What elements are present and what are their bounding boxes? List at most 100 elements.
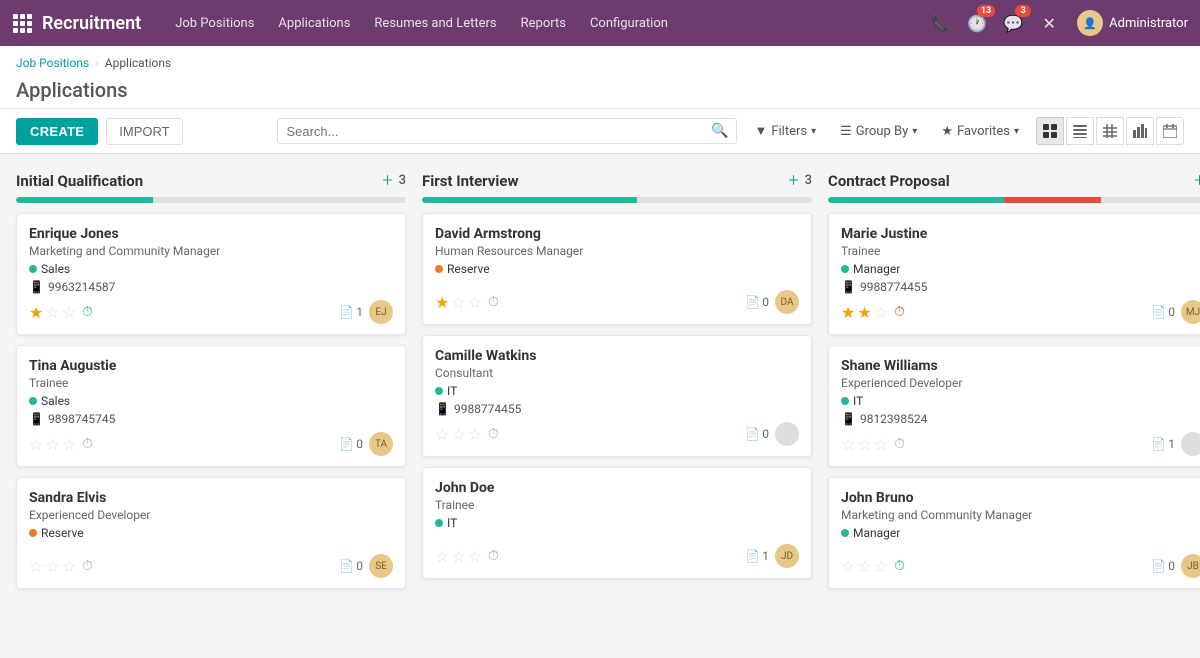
doc-number: 0 (1168, 305, 1175, 319)
card-stars: ☆☆☆ ⏱ (29, 435, 93, 454)
nav-resumes[interactable]: Resumes and Letters (364, 12, 506, 35)
filter-icon: ▼ (754, 123, 767, 139)
grid-menu-icon[interactable] (12, 13, 32, 33)
user-menu[interactable]: 👤 Administrator (1077, 10, 1188, 36)
card-name: David Armstrong (435, 226, 799, 242)
card-tag: Reserve (29, 526, 393, 540)
card-footer: ☆☆☆ ⏱ 📄 0 (435, 422, 799, 446)
nav-applications[interactable]: Applications (268, 12, 360, 35)
doc-count: 📄 1 (339, 305, 363, 319)
card-stars: ☆☆☆ ⏱ (841, 557, 905, 576)
breadcrumb-separator: › (95, 56, 99, 70)
nav-configuration[interactable]: Configuration (580, 12, 678, 35)
group-by-icon: ☰ (840, 124, 852, 139)
col-add-button[interactable]: + (788, 170, 798, 191)
nav-reports[interactable]: Reports (511, 12, 576, 35)
card-phone: 📱 9898745745 (29, 412, 393, 426)
grid-view-button[interactable] (1096, 117, 1124, 145)
card-tag: Sales (29, 262, 393, 276)
card-stars: ☆☆☆ ⏱ (841, 435, 905, 454)
kanban-col-initial-qualification: Initial Qualification + 3 Enrique Jones … (16, 170, 406, 636)
kanban-card[interactable]: Tina Augustie Trainee Sales 📱 9898745745… (16, 345, 406, 467)
kanban-card[interactable]: Camille Watkins Consultant IT 📱 99887744… (422, 335, 812, 457)
star-3: ☆ (62, 303, 76, 322)
col-progress (422, 197, 812, 203)
card-footer: ☆☆☆ ⏱ 📄 0 SE (29, 554, 393, 578)
search-input[interactable] (286, 124, 711, 139)
doc-icon: 📄 (745, 549, 760, 563)
star-1: ☆ (29, 557, 43, 576)
chat-badge: 3 (1015, 5, 1031, 17)
card-role: Consultant (435, 366, 799, 380)
card-stars: ☆☆☆ ⏱ (435, 547, 499, 566)
card-right: 📄 0 SE (339, 554, 393, 578)
card-right: 📄 0 (745, 422, 799, 446)
nav-job-positions[interactable]: Job Positions (165, 12, 264, 35)
card-name: Camille Watkins (435, 348, 799, 364)
card-right: 📄 0 MJ (1151, 300, 1200, 324)
kanban-card[interactable]: Sandra Elvis Experienced Developer Reser… (16, 477, 406, 589)
settings-icon[interactable]: ✕ (1035, 9, 1063, 37)
tag-dot (841, 529, 849, 537)
import-button[interactable]: IMPORT (106, 118, 182, 145)
star-1: ☆ (435, 547, 449, 566)
doc-number: 0 (356, 559, 363, 573)
create-button[interactable]: CREATE (16, 118, 98, 145)
chat-icon[interactable]: 💬 3 (999, 9, 1027, 37)
actions-bar: CREATE IMPORT 🔍 ▼ Filters ▾ ☰ Grou (0, 109, 1200, 154)
top-navigation: Recruitment Job Positions Applications R… (0, 0, 1200, 46)
card-right: 📄 0 DA (745, 290, 799, 314)
card-role: Trainee (841, 244, 1200, 258)
star-2: ★ (857, 303, 871, 322)
star-1: ★ (841, 303, 855, 322)
view-switcher (1036, 117, 1184, 145)
tag-label: IT (853, 394, 863, 408)
col-add-button[interactable]: + (1194, 170, 1200, 191)
favorites-button[interactable]: ★ Favorites ▾ (934, 120, 1026, 143)
card-name: Tina Augustie (29, 358, 393, 374)
toolbar-left: CREATE IMPORT (16, 118, 183, 145)
doc-number: 1 (1168, 437, 1175, 451)
kanban-card[interactable]: Shane Williams Experienced Developer IT … (828, 345, 1200, 467)
list-view-button[interactable] (1066, 117, 1094, 145)
main-content: Job Positions › Applications Application… (0, 46, 1200, 658)
kanban-view-button[interactable] (1036, 117, 1064, 145)
card-name: Marie Justine (841, 226, 1200, 242)
phone-icon: 📱 (841, 280, 856, 294)
breadcrumb-current: Applications (105, 56, 171, 70)
col-title: Contract Proposal (828, 172, 950, 190)
col-add-button[interactable]: + (382, 170, 392, 191)
clock-icon: ⏱ (488, 548, 499, 564)
page-title: Applications (16, 78, 1184, 102)
star-2: ☆ (45, 435, 59, 454)
star-2: ☆ (857, 557, 871, 576)
star-2: ☆ (45, 557, 59, 576)
star-3: ☆ (468, 293, 482, 312)
kanban-card[interactable]: John Bruno Marketing and Community Manag… (828, 477, 1200, 589)
star-1: ☆ (29, 435, 43, 454)
star-1: ☆ (435, 425, 449, 444)
app-brand: Recruitment (42, 13, 141, 34)
breadcrumb-parent[interactable]: Job Positions (16, 56, 89, 70)
clock-icon: ⏱ (82, 304, 93, 320)
phone-icon[interactable]: 📞 (927, 9, 955, 37)
group-by-button[interactable]: ☰ Group By ▾ (833, 120, 924, 143)
calendar-view-button[interactable] (1156, 117, 1184, 145)
tag-label: Manager (853, 526, 900, 540)
kanban-card[interactable]: David Armstrong Human Resources Manager … (422, 213, 812, 325)
activity-icon[interactable]: 🕐 13 (963, 9, 991, 37)
doc-number: 1 (762, 549, 769, 563)
doc-count: 📄 0 (745, 427, 769, 441)
clock-icon: ⏱ (894, 436, 905, 452)
card-role: Marketing and Community Manager (29, 244, 393, 258)
filters-button[interactable]: ▼ Filters ▾ (747, 119, 823, 143)
phone-icon: 📱 (29, 280, 44, 294)
kanban-card[interactable]: Marie Justine Trainee Manager 📱 99887744… (828, 213, 1200, 335)
chart-view-button[interactable] (1126, 117, 1154, 145)
doc-count: 📄 0 (339, 559, 363, 573)
kanban-card[interactable]: John Doe Trainee IT ☆☆☆ ⏱ 📄 1 (422, 467, 812, 579)
star-3: ☆ (874, 303, 888, 322)
star-1: ☆ (841, 557, 855, 576)
kanban-card[interactable]: Enrique Jones Marketing and Community Ma… (16, 213, 406, 335)
filter-bar: ▼ Filters ▾ ☰ Group By ▾ ★ Favorites ▾ (747, 119, 1026, 143)
